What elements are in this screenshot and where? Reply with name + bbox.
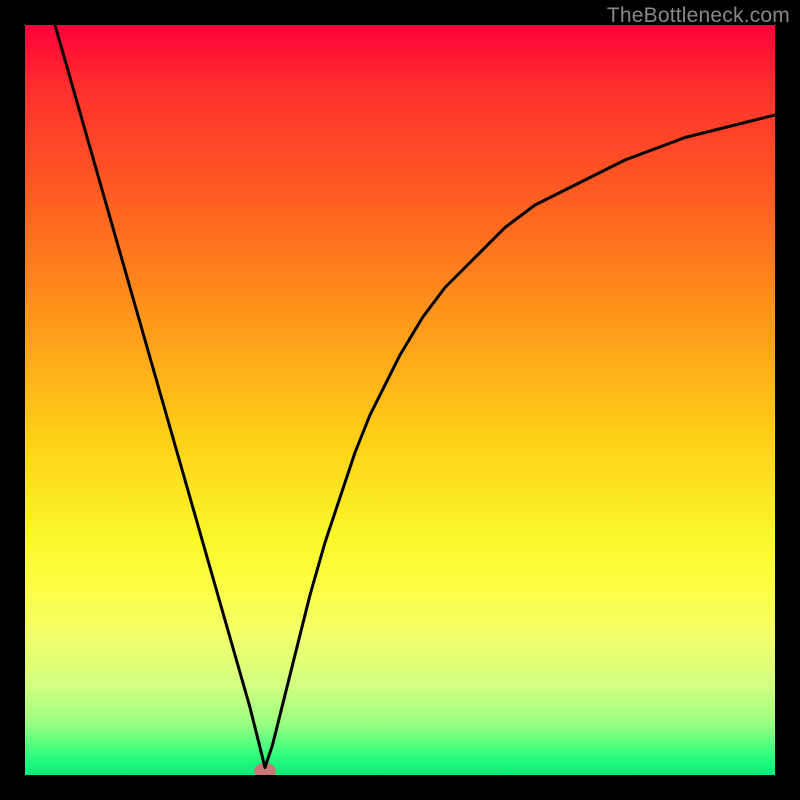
plot-area: [25, 25, 775, 775]
bottleneck-curve: [55, 25, 775, 768]
chart-outer: TheBottleneck.com: [0, 0, 800, 800]
curve-svg: [25, 25, 775, 775]
watermark-text: TheBottleneck.com: [607, 4, 790, 28]
